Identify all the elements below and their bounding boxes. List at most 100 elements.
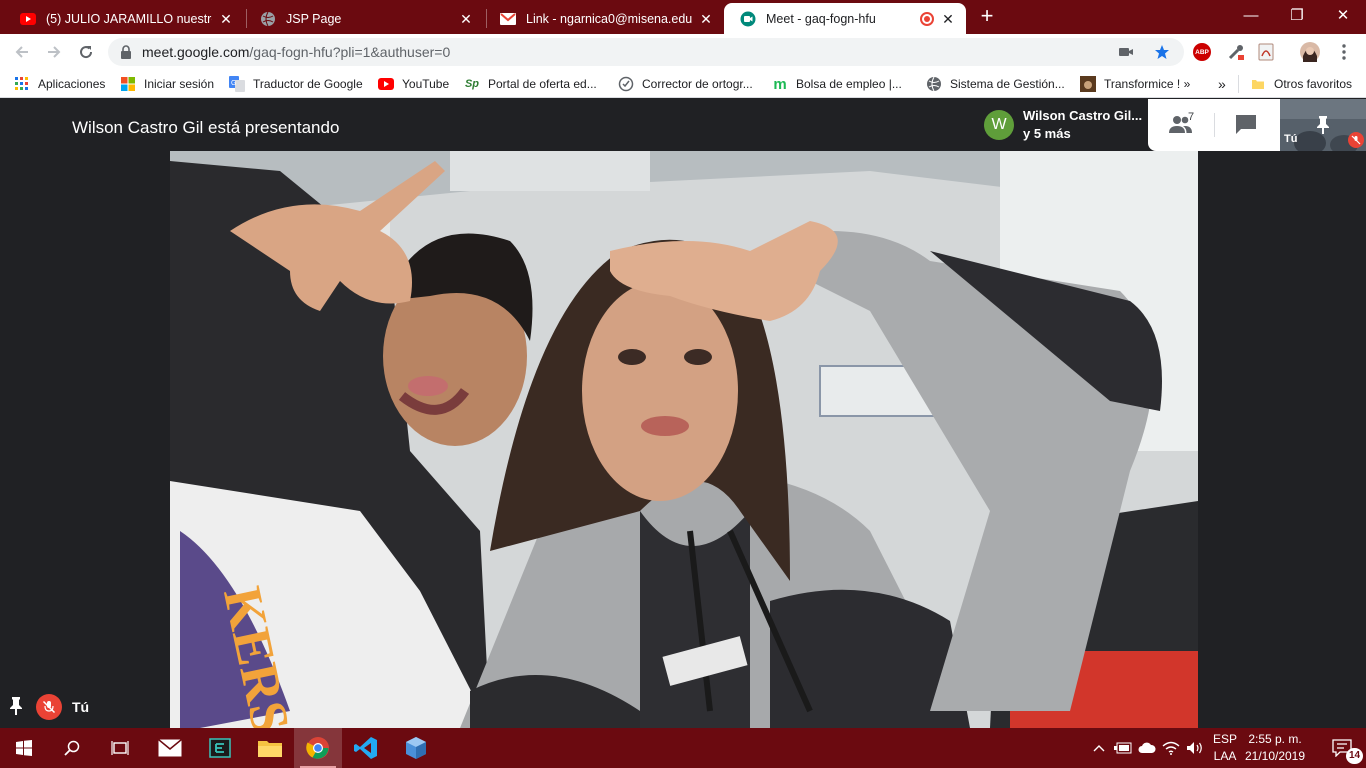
bookmark-sistema-gestion[interactable]: Sistema de Gestión... xyxy=(926,75,1065,93)
eyedropper-extension-icon[interactable] xyxy=(1226,42,1246,62)
tab-close-button[interactable]: ✕ xyxy=(218,11,234,27)
bookmark-iniciar-sesion[interactable]: Iniciar sesión xyxy=(120,75,214,93)
address-host: meet.google.com xyxy=(142,44,250,60)
vscode-icon xyxy=(354,737,377,759)
bookmark-portal-oferta[interactable]: Sp Portal de oferta ed... xyxy=(464,75,597,93)
self-video-tile[interactable]: Tú xyxy=(1280,99,1366,151)
recording-icon xyxy=(920,11,934,26)
terminal-app-button[interactable] xyxy=(196,728,244,768)
svg-text:G: G xyxy=(231,80,236,87)
start-button[interactable] xyxy=(0,728,48,768)
transformice-icon xyxy=(1080,76,1096,92)
bookmark-apps[interactable]: Aplicaciones xyxy=(14,75,105,93)
tab-title: JSP Page xyxy=(286,11,342,26)
clock[interactable]: 2:55 p. m. 21/10/2019 xyxy=(1244,731,1306,765)
show-hidden-icons-button[interactable] xyxy=(1090,728,1108,768)
vscode-button[interactable] xyxy=(342,728,390,768)
task-view-button[interactable] xyxy=(96,728,144,768)
chat-icon[interactable] xyxy=(1234,113,1260,137)
new-tab-button[interactable]: + xyxy=(976,5,998,27)
cube-icon xyxy=(406,737,426,759)
search-button[interactable] xyxy=(48,728,96,768)
address-url[interactable]: meet.google.com/gaq-fogn-hfu?pli=1&authu… xyxy=(142,44,450,60)
forward-button[interactable] xyxy=(42,40,66,64)
chrome-icon xyxy=(306,737,329,759)
tab-close-button[interactable]: ✕ xyxy=(458,11,474,27)
presenter-more: y 5 más xyxy=(1023,126,1071,141)
tab-meet[interactable]: Meet - gaq-fogn-hfu ✕ xyxy=(724,3,966,34)
terminal-icon xyxy=(209,738,231,758)
menu-kebab-icon[interactable] xyxy=(1334,42,1354,62)
chrome-taskbar-button[interactable] xyxy=(294,728,342,768)
volume-icon[interactable] xyxy=(1184,728,1206,768)
youtube-icon xyxy=(378,76,394,92)
window-close-button[interactable]: ✕ xyxy=(1320,0,1366,30)
folder-icon xyxy=(1250,76,1266,92)
tab-close-button[interactable]: ✕ xyxy=(698,11,714,27)
back-button[interactable] xyxy=(10,40,34,64)
tab-youtube[interactable]: (5) JULIO JARAMILLO nuestro juramento ✕ xyxy=(4,3,244,34)
pin-icon[interactable] xyxy=(1315,115,1331,140)
bookmark-youtube[interactable]: YouTube xyxy=(378,75,449,93)
mic-off-icon[interactable] xyxy=(36,694,62,720)
windows-logo-icon xyxy=(16,740,32,756)
other-bookmarks-folder[interactable]: Otros favoritos xyxy=(1250,75,1352,93)
tab-gmail[interactable]: Link - ngarnica0@misena.edu.co ✕ xyxy=(484,3,724,34)
bookmark-bolsa-empleo[interactable]: m Bolsa de empleo |... xyxy=(772,75,902,93)
microsoft-icon xyxy=(120,76,136,92)
youtube-icon xyxy=(20,11,36,27)
bookmark-corrector[interactable]: Corrector de ortogr... xyxy=(618,75,753,93)
bookmark-label: Portal de oferta ed... xyxy=(488,77,597,91)
wifi-icon[interactable] xyxy=(1160,728,1182,768)
bookmark-transformice[interactable]: Transformice ! » xyxy=(1080,75,1190,93)
input-language[interactable]: ESP LAA xyxy=(1210,731,1240,765)
address-path: /gaq-fogn-hfu?pli=1&authuser=0 xyxy=(249,44,451,60)
minimize-button[interactable]: — xyxy=(1228,0,1274,30)
camera-icon[interactable] xyxy=(1118,44,1134,60)
self-label: Tú xyxy=(72,699,90,715)
browser-toolbar: meet.google.com/gaq-fogn-hfu?pli=1&authu… xyxy=(0,34,1366,70)
bookmarks-divider xyxy=(1238,75,1239,93)
bookmarks-overflow-button[interactable]: » xyxy=(1218,75,1226,93)
chevron-up-icon xyxy=(1093,745,1105,752)
mic-off-icon xyxy=(1348,132,1364,148)
file-explorer-button[interactable] xyxy=(246,728,294,768)
sp-icon: Sp xyxy=(464,78,480,90)
people-count: 7 xyxy=(1188,111,1195,123)
profile-avatar[interactable] xyxy=(1300,42,1320,62)
bookmark-traductor[interactable]: G Traductor de Google xyxy=(229,75,363,93)
bookmark-label: Bolsa de empleo |... xyxy=(796,77,902,91)
tab-close-button[interactable]: ✕ xyxy=(940,11,956,27)
bookmark-label: YouTube xyxy=(402,77,450,91)
bookmark-star-icon[interactable] xyxy=(1154,44,1170,60)
mail-app-button[interactable] xyxy=(146,728,194,768)
cloud-icon[interactable] xyxy=(1136,728,1158,768)
panel-divider xyxy=(1214,113,1215,137)
presenter-name: Wilson Castro Gil... xyxy=(1023,108,1143,123)
virtualbox-button[interactable] xyxy=(392,728,440,768)
globe-icon xyxy=(260,11,276,27)
task-view-icon xyxy=(111,741,129,755)
battery-icon[interactable] xyxy=(1112,728,1134,768)
adblock-extension-icon[interactable]: ABP xyxy=(1192,42,1212,62)
presenter-chip[interactable]: W Wilson Castro Gil... y 5 más xyxy=(978,99,1148,151)
tab-jsp-page[interactable]: JSP Page ✕ xyxy=(244,3,484,34)
maximize-button[interactable]: ❐ xyxy=(1274,0,1320,30)
self-tile-label: Tú xyxy=(1284,133,1298,145)
pin-icon[interactable] xyxy=(8,696,24,719)
globe-icon xyxy=(926,76,942,92)
reload-button[interactable] xyxy=(74,40,98,64)
bookmark-label: Transformice ! » xyxy=(1104,77,1191,91)
action-center-button[interactable]: 14 xyxy=(1318,728,1366,768)
windows-taskbar: ESP LAA 2:55 p. m. 21/10/2019 14 xyxy=(0,728,1366,768)
google-translate-icon: G xyxy=(229,76,245,92)
bookmarks-bar: Aplicaciones Iniciar sesión G Traductor … xyxy=(0,70,1366,98)
clock-time: 2:55 p. m. xyxy=(1248,732,1302,746)
bookmark-label: Sistema de Gestión... xyxy=(950,77,1065,91)
address-bar[interactable]: meet.google.com/gaq-fogn-hfu?pli=1&authu… xyxy=(108,38,1184,66)
pdf-extension-icon[interactable] xyxy=(1256,42,1276,62)
bookmark-label: Corrector de ortogr... xyxy=(642,77,753,91)
bookmark-label: Aplicaciones xyxy=(38,77,106,91)
lock-icon[interactable] xyxy=(120,45,132,64)
tab-title: (5) JULIO JARAMILLO nuestro juramento xyxy=(46,11,212,26)
